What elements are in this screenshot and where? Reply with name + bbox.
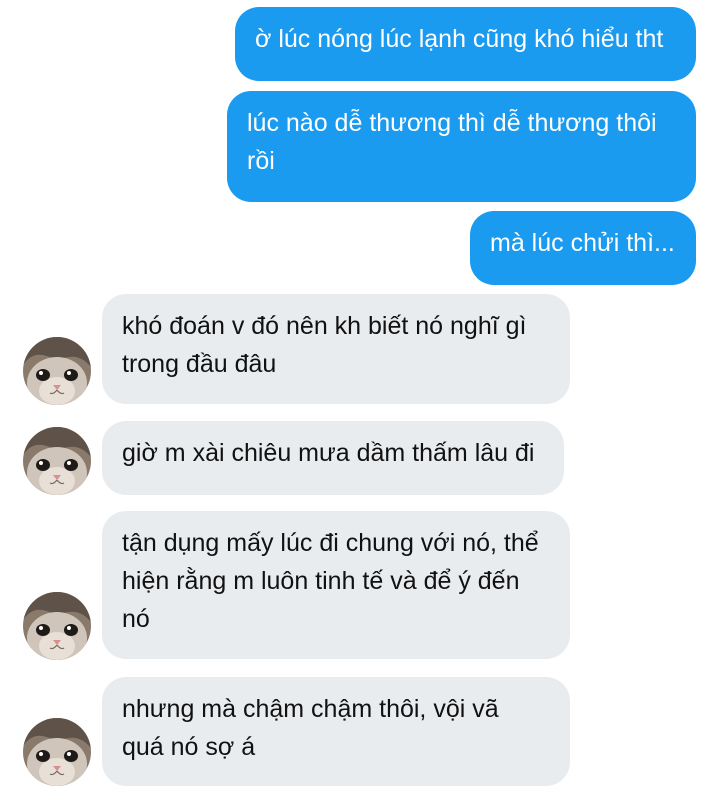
received-message-bubble[interactable]: tận dụng mấy lúc đi chung với nó, thể hi… — [102, 511, 570, 659]
sent-message-bubble[interactable]: ờ lúc nóng lúc lạnh cũng khó hiểu tht — [235, 7, 696, 81]
received-message-bubble[interactable]: giờ m xài chiêu mưa dầm thấm lâu đi — [102, 421, 564, 495]
sent-message-bubble[interactable]: lúc nào dễ thương thì dễ thương thôi rồi — [227, 91, 696, 202]
cat-avatar-icon[interactable] — [23, 427, 91, 495]
sent-message-bubble[interactable]: mà lúc chửi thì... — [470, 211, 696, 285]
cat-avatar-icon[interactable] — [23, 592, 91, 660]
received-message-bubble[interactable]: nhưng mà chậm chậm thôi, vội vã quá nó s… — [102, 677, 570, 786]
cat-avatar-icon[interactable] — [23, 718, 91, 786]
received-message-bubble[interactable]: khó đoán v đó nên kh biết nó nghĩ gì tro… — [102, 294, 570, 404]
cat-avatar-icon[interactable] — [23, 337, 91, 405]
